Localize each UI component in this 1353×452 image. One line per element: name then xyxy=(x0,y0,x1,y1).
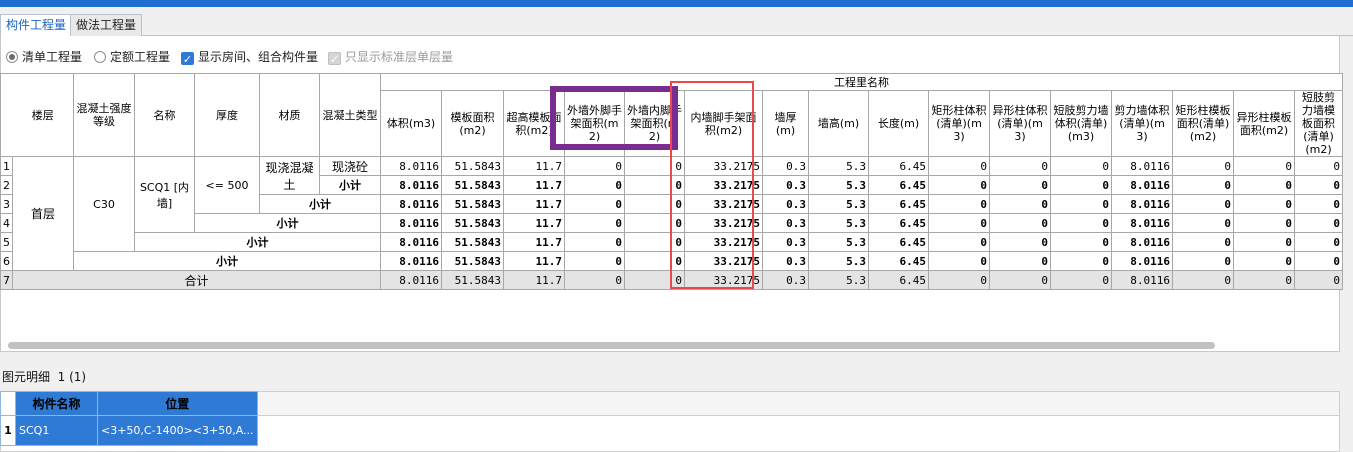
horizontal-scrollbar[interactable] xyxy=(8,342,1215,349)
tab-bar: 构件工程量 做法工程量 xyxy=(0,14,1353,37)
header-volume: 体积(m3) xyxy=(380,90,442,157)
row-number: 1 xyxy=(0,156,13,176)
radio-list-quantity[interactable]: 清单工程量 xyxy=(6,48,82,66)
radio-icon xyxy=(6,51,18,63)
header-concrete-type: 混凝土类型 xyxy=(319,73,381,157)
radio-quota-quantity[interactable]: 定额工程量 xyxy=(94,48,170,66)
row-number: 7 xyxy=(0,270,13,290)
checkbox-checked-icon: ✓ xyxy=(181,52,194,66)
header-shear-wall-volume: 剪力墙体积(清单)(m3) xyxy=(1111,90,1173,157)
detail-header-name: 构件名称 xyxy=(15,391,98,416)
header-wall-height: 墙高(m) xyxy=(808,90,869,157)
header-wall-thickness: 墙厚(m) xyxy=(762,90,809,157)
header-rect-col-formwork: 矩形柱模板面积(清单)(m2) xyxy=(1172,90,1234,157)
tab-method-quantity[interactable]: 做法工程量 xyxy=(70,14,143,36)
cell-material: 现浇混凝土 xyxy=(259,156,320,195)
subtotal-label: 小计 xyxy=(319,175,381,195)
detail-cell-name: SCQ1 xyxy=(15,415,98,446)
row-number: 2 xyxy=(0,175,13,195)
check-show-room[interactable]: ✓ 显示房间、组合构件量 xyxy=(181,48,318,66)
header-floor: 楼层 xyxy=(12,73,74,157)
detail-row[interactable]: 1 SCQ1 <3+50,C-1400><3+50,A... xyxy=(0,415,258,446)
header-material: 材质 xyxy=(259,73,320,157)
radio-icon xyxy=(94,51,106,63)
total-label: 合计 xyxy=(12,270,381,290)
row-number: 5 xyxy=(0,232,13,252)
header-quantity-group: 工程里名称 xyxy=(380,73,1343,91)
row-number: 3 xyxy=(0,194,13,214)
cell-strength: C30 xyxy=(73,156,135,252)
subtotal-label: 小计 xyxy=(134,232,381,252)
header-thickness: 厚度 xyxy=(194,73,260,157)
window-title-bar xyxy=(0,0,1353,7)
cell-floor: 首层 xyxy=(12,156,74,271)
highlight-box-purple xyxy=(550,86,678,150)
detail-table: 构件名称 位置 1 SCQ1 <3+50,C-1400><3+50,A... xyxy=(0,391,258,446)
cell-thickness: <= 500 xyxy=(194,156,260,214)
header-formwork-area: 模板面积(m2) xyxy=(441,90,504,157)
header-length: 长度(m) xyxy=(868,90,929,157)
detail-count: 1 (1) xyxy=(57,370,87,384)
header-special-col-formwork: 异形柱模板面积(m2) xyxy=(1233,90,1295,157)
detail-header-filler xyxy=(256,391,1340,416)
subtotal-label: 小计 xyxy=(194,213,381,233)
tab-component-quantity[interactable]: 构件工程量 xyxy=(0,14,73,37)
header-rect-col-volume: 矩形柱体积(清单)(m3) xyxy=(928,90,990,157)
subtotal-label: 小计 xyxy=(259,194,381,214)
check-standard-floor[interactable]: ✓ 只显示标准层单层量 xyxy=(328,48,453,66)
header-short-wall-formwork: 短肢剪力墙模板面积(清单)(m2) xyxy=(1294,90,1343,157)
row-number: 6 xyxy=(0,251,13,271)
header-short-wall-volume: 短肢剪力墙体积(清单)(m3) xyxy=(1050,90,1112,157)
checkbox-disabled-icon: ✓ xyxy=(328,52,341,66)
detail-title: 图元明细 1 (1) xyxy=(2,370,87,384)
highlight-box-red xyxy=(670,81,754,289)
cell-name: SCQ1 [内墙] xyxy=(134,156,195,233)
subtotal-label: 小计 xyxy=(73,251,381,271)
detail-cell-position: <3+50,C-1400><3+50,A... xyxy=(97,415,258,446)
detail-header-position: 位置 xyxy=(97,391,258,416)
cell-concrete-type: 现浇砼 xyxy=(319,156,381,176)
detail-row-number: 1 xyxy=(0,415,16,446)
row-number: 4 xyxy=(0,213,13,233)
header-name: 名称 xyxy=(134,73,195,157)
header-strength: 混凝土强度等级 xyxy=(73,73,135,157)
header-special-col-volume: 异形柱体积(清单)(m3) xyxy=(989,90,1051,157)
